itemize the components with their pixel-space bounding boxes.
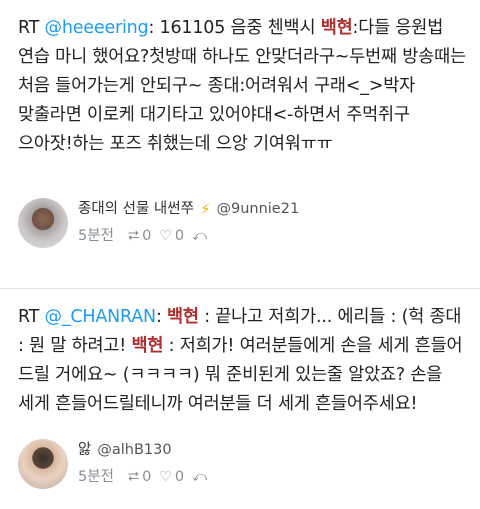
author-row: 종대의 선물 내썬쭈 ⚡ @9unnie21 bbox=[78, 198, 299, 220]
timeline: RT @heeeering: 161105 음중 첸백시 백현:다들 응원법 연… bbox=[0, 0, 480, 489]
like-count: 0 bbox=[174, 469, 185, 485]
rt-prefix: RT bbox=[18, 18, 45, 38]
retweet-count: 0 bbox=[142, 469, 152, 485]
avatar[interactable] bbox=[18, 198, 68, 248]
highlighted-keyword: 백현 bbox=[131, 336, 164, 356]
like-count: 0 bbox=[174, 228, 185, 244]
rt-prefix: RT bbox=[18, 307, 45, 327]
timestamp: 5분전 bbox=[78, 469, 114, 485]
heart-icon[interactable]: ♡ bbox=[159, 468, 172, 486]
highlighted-keyword: 백현 bbox=[320, 18, 353, 38]
tweet-text: RT @heeeering: 161105 음중 첸백시 백현:다들 응원법 연… bbox=[0, 0, 480, 159]
author-name[interactable]: 앓 bbox=[78, 439, 91, 461]
tweet[interactable]: RT @_CHANRAN: 백현 : 끝나고 저희가... 에리들 : (헉 종… bbox=[0, 289, 480, 489]
tweet[interactable]: RT @heeeering: 161105 음중 첸백시 백현:다들 응원법 연… bbox=[0, 0, 480, 288]
highlighted-keyword: 백현 bbox=[167, 307, 199, 327]
tweet-meta: 앓 @alhB130 5분전 ⮂ 0 ♡ 0 ⤺ bbox=[18, 439, 207, 489]
mention-link[interactable]: @heeeering bbox=[45, 18, 149, 38]
timestamp: 5분전 bbox=[78, 228, 114, 244]
mention-link[interactable]: @_CHANRAN bbox=[45, 307, 157, 327]
retweet-count: 0 bbox=[142, 228, 152, 244]
author-row: 앓 @alhB130 bbox=[78, 439, 207, 461]
reply-icon[interactable]: ⤺ bbox=[192, 468, 207, 486]
tweet-text: RT @_CHANRAN: 백현 : 끝나고 저희가... 에리들 : (헉 종… bbox=[0, 289, 480, 419]
author-handle[interactable]: @9unnie21 bbox=[216, 198, 299, 220]
tweet-stats: 5분전 ⮂ 0 ♡ 0 ⤺ bbox=[78, 468, 207, 486]
text-segment: : bbox=[155, 307, 168, 327]
avatar[interactable] bbox=[18, 439, 68, 489]
tweet-meta: 종대의 선물 내썬쭈 ⚡ @9unnie21 5분전 ⮂ 0 ♡ 0 ⤺ bbox=[18, 198, 299, 248]
reply-icon[interactable]: ⤺ bbox=[192, 227, 207, 245]
author-handle[interactable]: @alhB130 bbox=[97, 439, 171, 461]
text-segment: : 161105 음중 첸백시 bbox=[148, 18, 321, 38]
tweet-stats: 5분전 ⮂ 0 ♡ 0 ⤺ bbox=[78, 227, 299, 245]
heart-icon[interactable]: ♡ bbox=[159, 227, 172, 245]
retweet-icon[interactable]: ⮂ bbox=[128, 468, 139, 486]
author-name[interactable]: 종대의 선물 내썬쭈 bbox=[78, 198, 194, 220]
retweet-icon[interactable]: ⮂ bbox=[128, 227, 139, 245]
lightning-icon: ⚡ bbox=[199, 200, 211, 218]
text-segment: :다들 응원법 연습 마니 했어요?첫방때 하나도 안맞더라구~두번째 방송때는… bbox=[18, 18, 466, 154]
